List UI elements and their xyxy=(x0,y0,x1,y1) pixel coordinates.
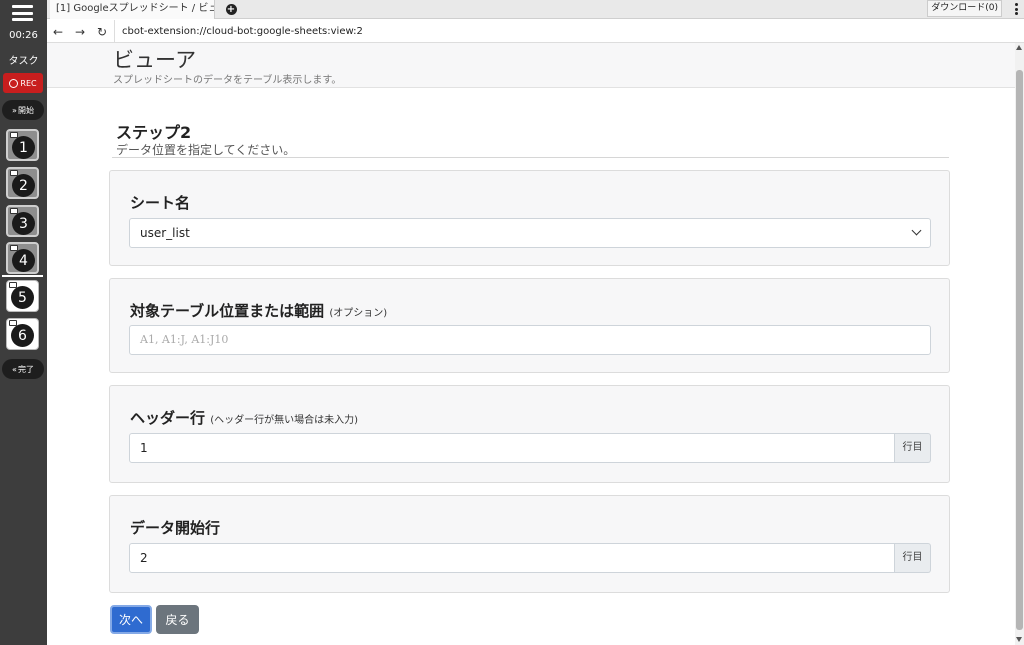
step-button-6[interactable]: 6 xyxy=(6,318,39,350)
browser-tab[interactable]: [1] Googleスプレッドシート / ビュー xyxy=(50,0,215,19)
range-hint: (オプション) xyxy=(329,308,388,319)
step-number: 1 xyxy=(12,136,35,159)
start-label: 開始 xyxy=(17,105,34,115)
download-button[interactable]: ダウンロード(0) xyxy=(927,0,1002,17)
new-tab-button[interactable]: + xyxy=(222,1,240,17)
hamburger-menu-icon[interactable] xyxy=(12,5,33,21)
step-number: 2 xyxy=(12,174,35,197)
back-arrow-icon[interactable]: ← xyxy=(49,23,67,40)
rec-label: REC xyxy=(20,78,37,88)
header-row-label: ヘッダー行 (ヘッダー行が無い場合は未入力) xyxy=(130,407,358,428)
chevron-double-up-icon: « xyxy=(12,364,17,374)
chevron-down-icon xyxy=(911,225,922,236)
forward-arrow-icon[interactable]: → xyxy=(71,23,89,40)
range-input[interactable]: A1, A1:J, A1:J10 xyxy=(129,325,931,355)
page-header: ビューア スプレッドシートのデータをテーブル表示します。 xyxy=(47,43,1017,88)
step-number: 6 xyxy=(11,324,34,347)
tab-bar: [1] Googleスプレッドシート / ビュー + ダウンロード(0) xyxy=(47,0,1024,19)
finish-label: 完了 xyxy=(17,364,34,374)
plus-icon: + xyxy=(225,3,237,15)
chevron-double-down-icon: » xyxy=(12,105,17,115)
header-row-hint: (ヘッダー行が無い場合は未入力) xyxy=(210,415,359,426)
finish-button[interactable]: « 完了 xyxy=(2,359,44,379)
task-sidebar: 00:26 タスク REC » 開始 1 2 3 4 5 6 « 完了 xyxy=(0,0,47,645)
sheet-select[interactable]: user_list xyxy=(129,218,931,248)
step-button-1[interactable]: 1 xyxy=(6,129,39,161)
data-start-input[interactable]: 2 xyxy=(129,543,895,573)
page-title: ビューア xyxy=(113,48,197,72)
data-start-card: データ開始行 2 行目 xyxy=(109,495,950,593)
record-icon xyxy=(9,78,19,88)
header-row-unit: 行目 xyxy=(895,433,931,463)
step-subtitle: データ位置を指定してください。 xyxy=(116,143,296,157)
task-timer: 00:26 xyxy=(9,30,38,41)
header-row-card: ヘッダー行 (ヘッダー行が無い場合は未入力) 1 行目 xyxy=(109,385,950,483)
step-number: 3 xyxy=(12,212,35,235)
more-menu-icon[interactable] xyxy=(1015,3,1019,15)
sheet-name-card: シート名 user_list xyxy=(109,170,950,266)
header-row-input[interactable]: 1 xyxy=(129,433,895,463)
range-card: 対象テーブル位置または範囲 (オプション) A1, A1:J, A1:J10 xyxy=(109,278,950,373)
sheet-name-label: シート名 xyxy=(130,194,191,212)
range-label-text: 対象テーブル位置または範囲 xyxy=(130,302,325,320)
range-label: 対象テーブル位置または範囲 (オプション) xyxy=(130,300,387,321)
url-field[interactable]: cbot-extension://cloud-bot:google-sheets… xyxy=(114,20,363,43)
reload-icon[interactable]: ↻ xyxy=(93,23,111,40)
scrollbar-thumb[interactable] xyxy=(1016,70,1023,630)
next-button[interactable]: 次へ xyxy=(110,605,152,634)
step-title: ステップ2 xyxy=(116,123,192,142)
header-row-label-text: ヘッダー行 xyxy=(130,409,206,427)
divider xyxy=(112,157,949,158)
address-bar: ← → ↻ cbot-extension://cloud-bot:google-… xyxy=(47,20,1024,43)
step-button-2[interactable]: 2 xyxy=(6,167,39,199)
step-button-3[interactable]: 3 xyxy=(6,205,39,237)
rec-button[interactable]: REC xyxy=(3,73,43,93)
current-step-marker xyxy=(2,275,43,277)
sheet-select-value: user_list xyxy=(140,226,190,240)
page-subtitle: スプレッドシートのデータをテーブル表示します。 xyxy=(113,75,342,86)
start-button[interactable]: » 開始 xyxy=(2,100,44,120)
data-start-unit: 行目 xyxy=(895,543,931,573)
step-button-5[interactable]: 5 xyxy=(6,280,39,312)
back-button[interactable]: 戻る xyxy=(156,605,199,634)
data-start-label: データ開始行 xyxy=(130,519,221,537)
step-number: 4 xyxy=(12,249,35,272)
step-button-4[interactable]: 4 xyxy=(6,242,39,274)
scroll-down-icon[interactable] xyxy=(1016,637,1022,642)
task-label: タスク xyxy=(8,56,39,67)
step-number: 5 xyxy=(11,286,34,309)
scroll-up-icon[interactable] xyxy=(1016,45,1022,50)
